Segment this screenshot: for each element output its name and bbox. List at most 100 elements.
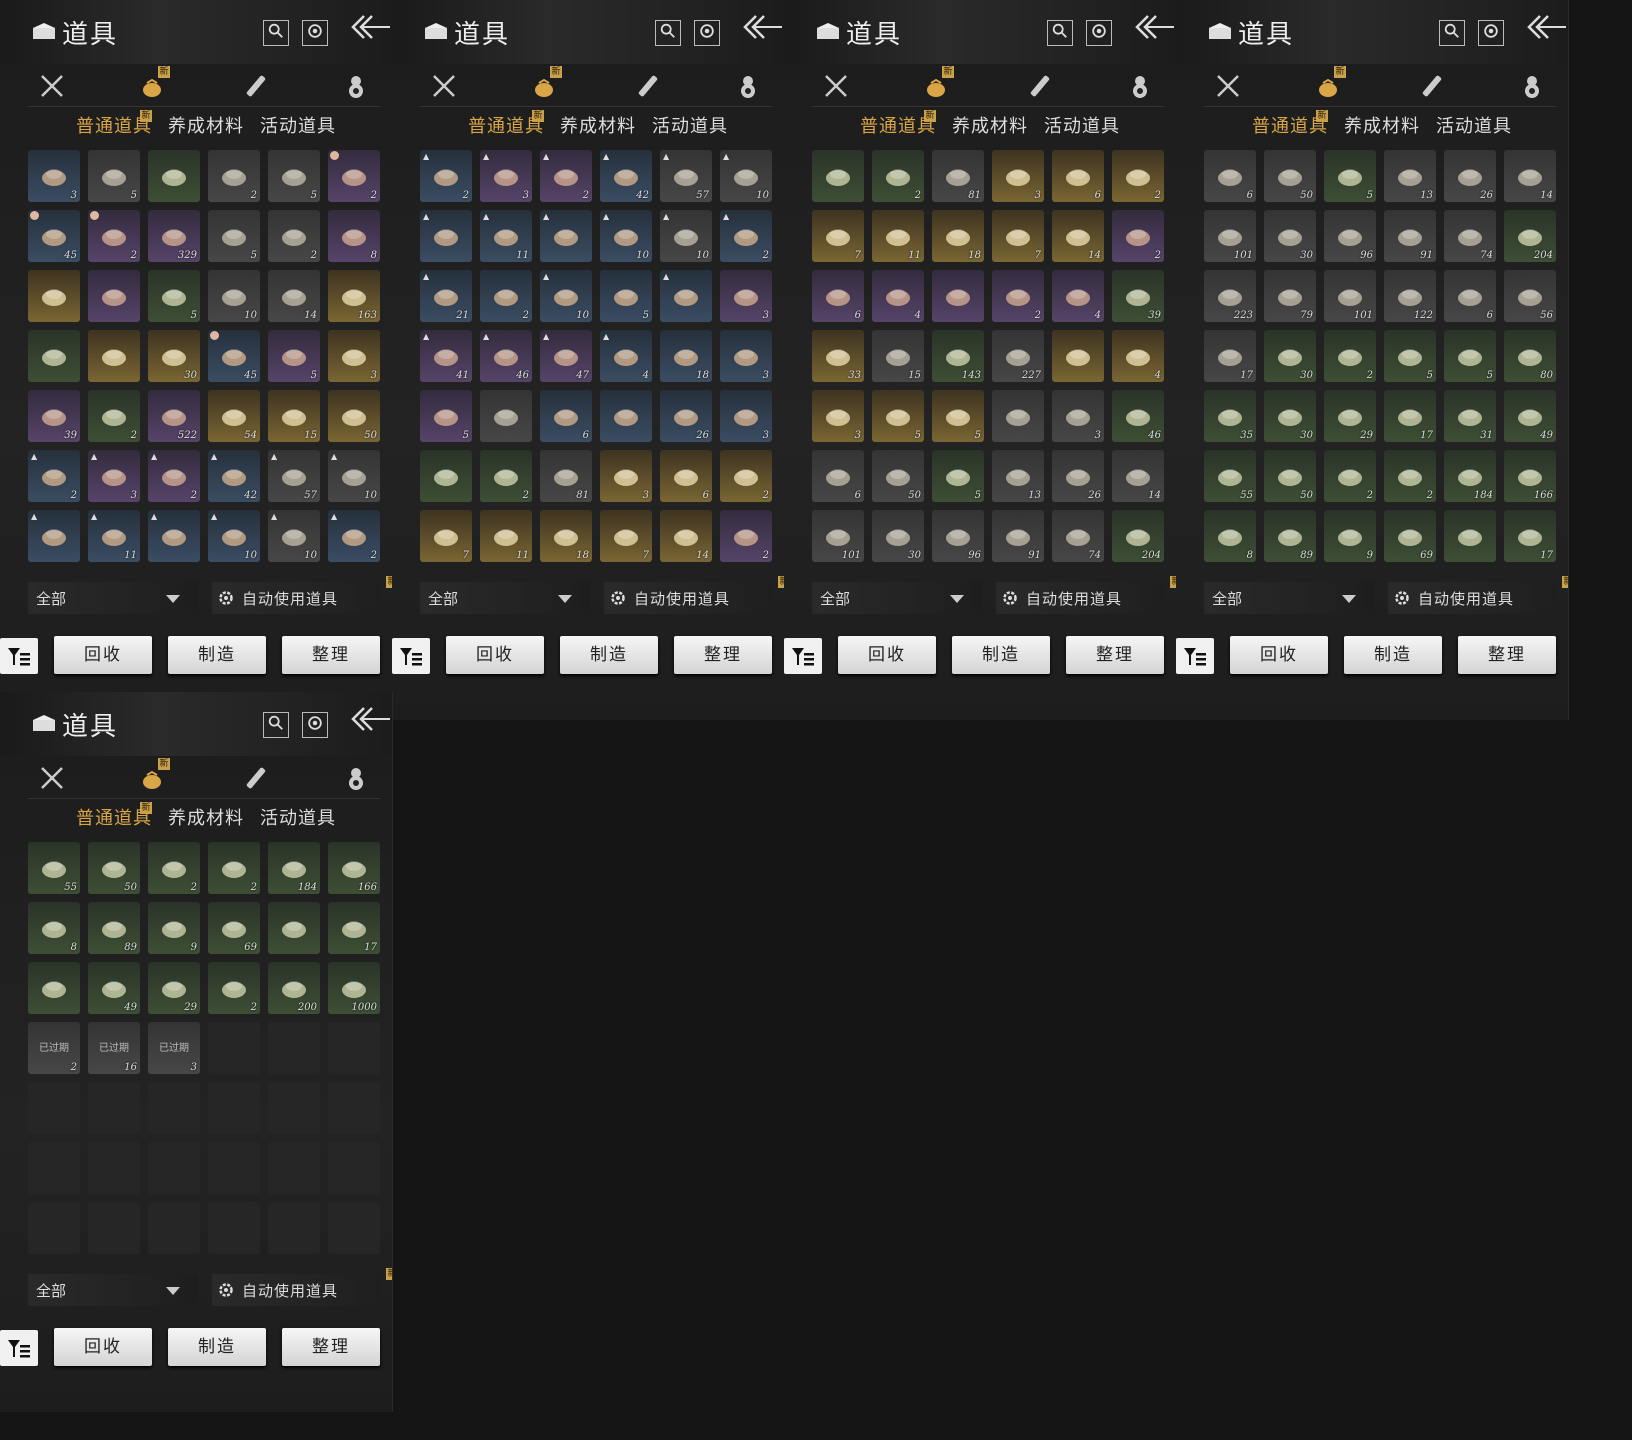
item-slot[interactable]: 81 — [540, 450, 592, 502]
item-slot[interactable]: 329 — [148, 210, 200, 262]
craft-button[interactable]: 制造 — [1344, 636, 1442, 674]
item-slot[interactable] — [148, 150, 200, 202]
item-slot[interactable]: ▲ 11 — [88, 510, 140, 562]
item-slot[interactable]: 5 — [208, 210, 260, 262]
item-slot[interactable]: ▲ 42 — [208, 450, 260, 502]
item-slot[interactable]: 已过期 2 — [28, 1022, 80, 1074]
item-slot[interactable]: 2 — [720, 450, 772, 502]
item-slot[interactable] — [932, 270, 984, 322]
item-slot[interactable]: 45 — [208, 330, 260, 382]
back-button[interactable] — [1524, 10, 1568, 44]
item-slot[interactable]: 5 — [268, 150, 320, 202]
item-slot[interactable]: 5 — [872, 390, 924, 442]
item-slot[interactable]: 204 — [1112, 510, 1164, 562]
item-slot[interactable]: 30 — [148, 330, 200, 382]
item-slot[interactable]: 15 — [268, 390, 320, 442]
tab-misc[interactable] — [1122, 68, 1158, 104]
item-slot[interactable]: ▲ 46 — [480, 330, 532, 382]
item-slot[interactable]: ▲ 2 — [148, 450, 200, 502]
filter-button[interactable] — [784, 638, 822, 674]
filter-dropdown[interactable]: 全部 — [28, 1274, 198, 1306]
auto-use-items-button[interactable]: 自动使用道具 — [1388, 582, 1556, 614]
item-slot[interactable]: 5 — [932, 390, 984, 442]
item-slot[interactable]: 30 — [872, 510, 924, 562]
item-slot[interactable]: 17 — [1204, 330, 1256, 382]
item-slot[interactable] — [28, 330, 80, 382]
item-slot[interactable]: ▲ 3 — [480, 150, 532, 202]
item-slot[interactable]: 26 — [1052, 450, 1104, 502]
item-slot[interactable]: 13 — [992, 450, 1044, 502]
item-slot[interactable]: 2 — [872, 150, 924, 202]
item-slot[interactable]: 26 — [1444, 150, 1496, 202]
item-slot[interactable]: 7 — [992, 210, 1044, 262]
item-slot[interactable] — [268, 902, 320, 954]
settings-button[interactable] — [694, 20, 720, 46]
item-slot[interactable]: 50 — [328, 390, 380, 442]
recycle-button[interactable]: 回收 — [54, 636, 152, 674]
tab-scrolls[interactable] — [1414, 68, 1450, 104]
tab-event-items[interactable]: 活动道具 — [1044, 112, 1120, 138]
recycle-button[interactable]: 回收 — [54, 1328, 152, 1366]
item-slot[interactable]: 30 — [1264, 390, 1316, 442]
item-slot[interactable]: ▲ — [420, 210, 472, 262]
settings-button[interactable] — [1478, 20, 1504, 46]
tab-cultivation-materials[interactable]: 养成材料 — [168, 804, 244, 830]
sort-button[interactable]: 整理 — [282, 636, 380, 674]
item-slot[interactable]: 166 — [1504, 450, 1556, 502]
item-slot[interactable]: 5 — [268, 330, 320, 382]
item-slot[interactable] — [88, 270, 140, 322]
back-button[interactable] — [348, 10, 392, 44]
item-slot[interactable]: 29 — [148, 962, 200, 1014]
item-slot[interactable]: ▲ 10 — [600, 210, 652, 262]
item-slot[interactable]: 2 — [148, 842, 200, 894]
item-slot[interactable] — [28, 270, 80, 322]
item-slot[interactable]: 17 — [328, 902, 380, 954]
item-slot[interactable]: 69 — [208, 902, 260, 954]
item-slot[interactable] — [28, 962, 80, 1014]
tab-cultivation-materials[interactable]: 养成材料 — [560, 112, 636, 138]
item-slot[interactable]: 2 — [1384, 450, 1436, 502]
item-slot[interactable]: 14 — [268, 270, 320, 322]
item-slot[interactable]: ▲ 2 — [720, 210, 772, 262]
item-slot[interactable]: 9 — [1324, 510, 1376, 562]
item-slot[interactable]: 80 — [1504, 330, 1556, 382]
item-slot[interactable]: 96 — [1324, 210, 1376, 262]
item-slot[interactable]: 3 — [720, 390, 772, 442]
tab-weapons[interactable] — [34, 68, 70, 104]
tab-scrolls[interactable] — [1022, 68, 1058, 104]
item-slot[interactable]: 7 — [420, 510, 472, 562]
item-slot[interactable]: 2 — [208, 962, 260, 1014]
item-slot[interactable]: 5 — [148, 270, 200, 322]
back-button[interactable] — [1132, 10, 1176, 44]
back-button[interactable] — [348, 702, 392, 736]
item-slot[interactable]: 74 — [1052, 510, 1104, 562]
item-slot[interactable]: 14 — [1052, 210, 1104, 262]
item-slot[interactable]: 4 — [1112, 330, 1164, 382]
craft-button[interactable]: 制造 — [560, 636, 658, 674]
item-slot[interactable]: 74 — [1444, 210, 1496, 262]
item-slot[interactable]: 184 — [1444, 450, 1496, 502]
item-slot[interactable]: 166 — [328, 842, 380, 894]
craft-button[interactable]: 制造 — [952, 636, 1050, 674]
tab-misc[interactable] — [730, 68, 766, 104]
item-slot[interactable]: 14 — [1504, 150, 1556, 202]
item-slot[interactable]: 3 — [328, 330, 380, 382]
item-slot[interactable]: 522 — [148, 390, 200, 442]
item-slot[interactable]: 4 — [1052, 270, 1104, 322]
item-slot[interactable]: 2 — [1324, 450, 1376, 502]
item-slot[interactable]: ▲ 57 — [268, 450, 320, 502]
item-slot[interactable]: 50 — [88, 842, 140, 894]
item-slot[interactable]: 3 — [28, 150, 80, 202]
item-slot[interactable]: 7 — [812, 210, 864, 262]
item-slot[interactable]: 50 — [1264, 150, 1316, 202]
item-slot[interactable]: 223 — [1204, 270, 1256, 322]
item-slot[interactable]: 163 — [328, 270, 380, 322]
tab-scrolls[interactable] — [630, 68, 666, 104]
item-slot[interactable]: 2 — [480, 450, 532, 502]
item-slot[interactable]: 2 — [88, 390, 140, 442]
back-button[interactable] — [740, 10, 784, 44]
item-slot[interactable]: ▲ — [28, 510, 80, 562]
item-slot[interactable]: ▲ 47 — [540, 330, 592, 382]
tab-items[interactable]: 新 — [134, 758, 170, 796]
item-slot[interactable]: 6 — [812, 270, 864, 322]
